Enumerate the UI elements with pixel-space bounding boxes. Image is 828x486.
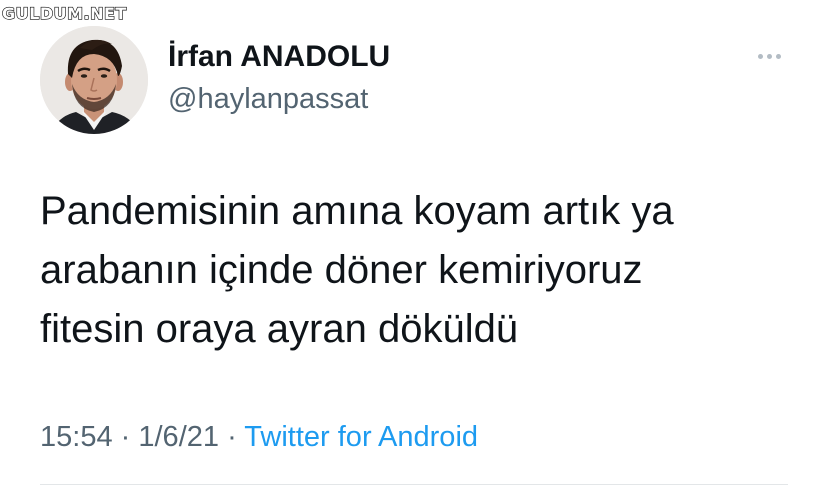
ellipsis-icon-dot bbox=[775, 53, 781, 59]
author-display-name[interactable]: İrfan ANADOLU bbox=[168, 40, 390, 74]
meta-separator: · bbox=[227, 421, 237, 453]
ellipsis-icon-dot bbox=[766, 53, 772, 59]
divider bbox=[40, 484, 788, 485]
tweet-text-line: arabanın içinde döner kemiriyoruz bbox=[40, 248, 643, 292]
avatar[interactable] bbox=[40, 26, 148, 134]
tweet-metadata: 15:54 · 1/6/21 · Twitter for Android bbox=[40, 418, 478, 456]
tweet-time[interactable]: 15:54 bbox=[40, 421, 113, 453]
more-options-button[interactable] bbox=[750, 44, 788, 68]
tweet-source-link[interactable]: Twitter for Android bbox=[244, 421, 478, 453]
tweet-date[interactable]: 1/6/21 bbox=[138, 421, 219, 453]
tweet-text-line: fitesin oraya ayran döküldü bbox=[40, 307, 519, 351]
tweet-text-line: Pandemisinin amına koyam artık ya bbox=[40, 189, 674, 233]
profile-photo-icon bbox=[40, 26, 148, 134]
author-handle[interactable]: @haylanpassat bbox=[168, 82, 368, 116]
meta-separator: · bbox=[120, 421, 131, 453]
tweet-text: Pandemisinin amına koyam artık ya araban… bbox=[40, 182, 800, 359]
ellipsis-icon bbox=[757, 53, 763, 59]
tweet-card: İrfan ANADOLU @haylanpassat Pandemisinin… bbox=[0, 0, 828, 486]
